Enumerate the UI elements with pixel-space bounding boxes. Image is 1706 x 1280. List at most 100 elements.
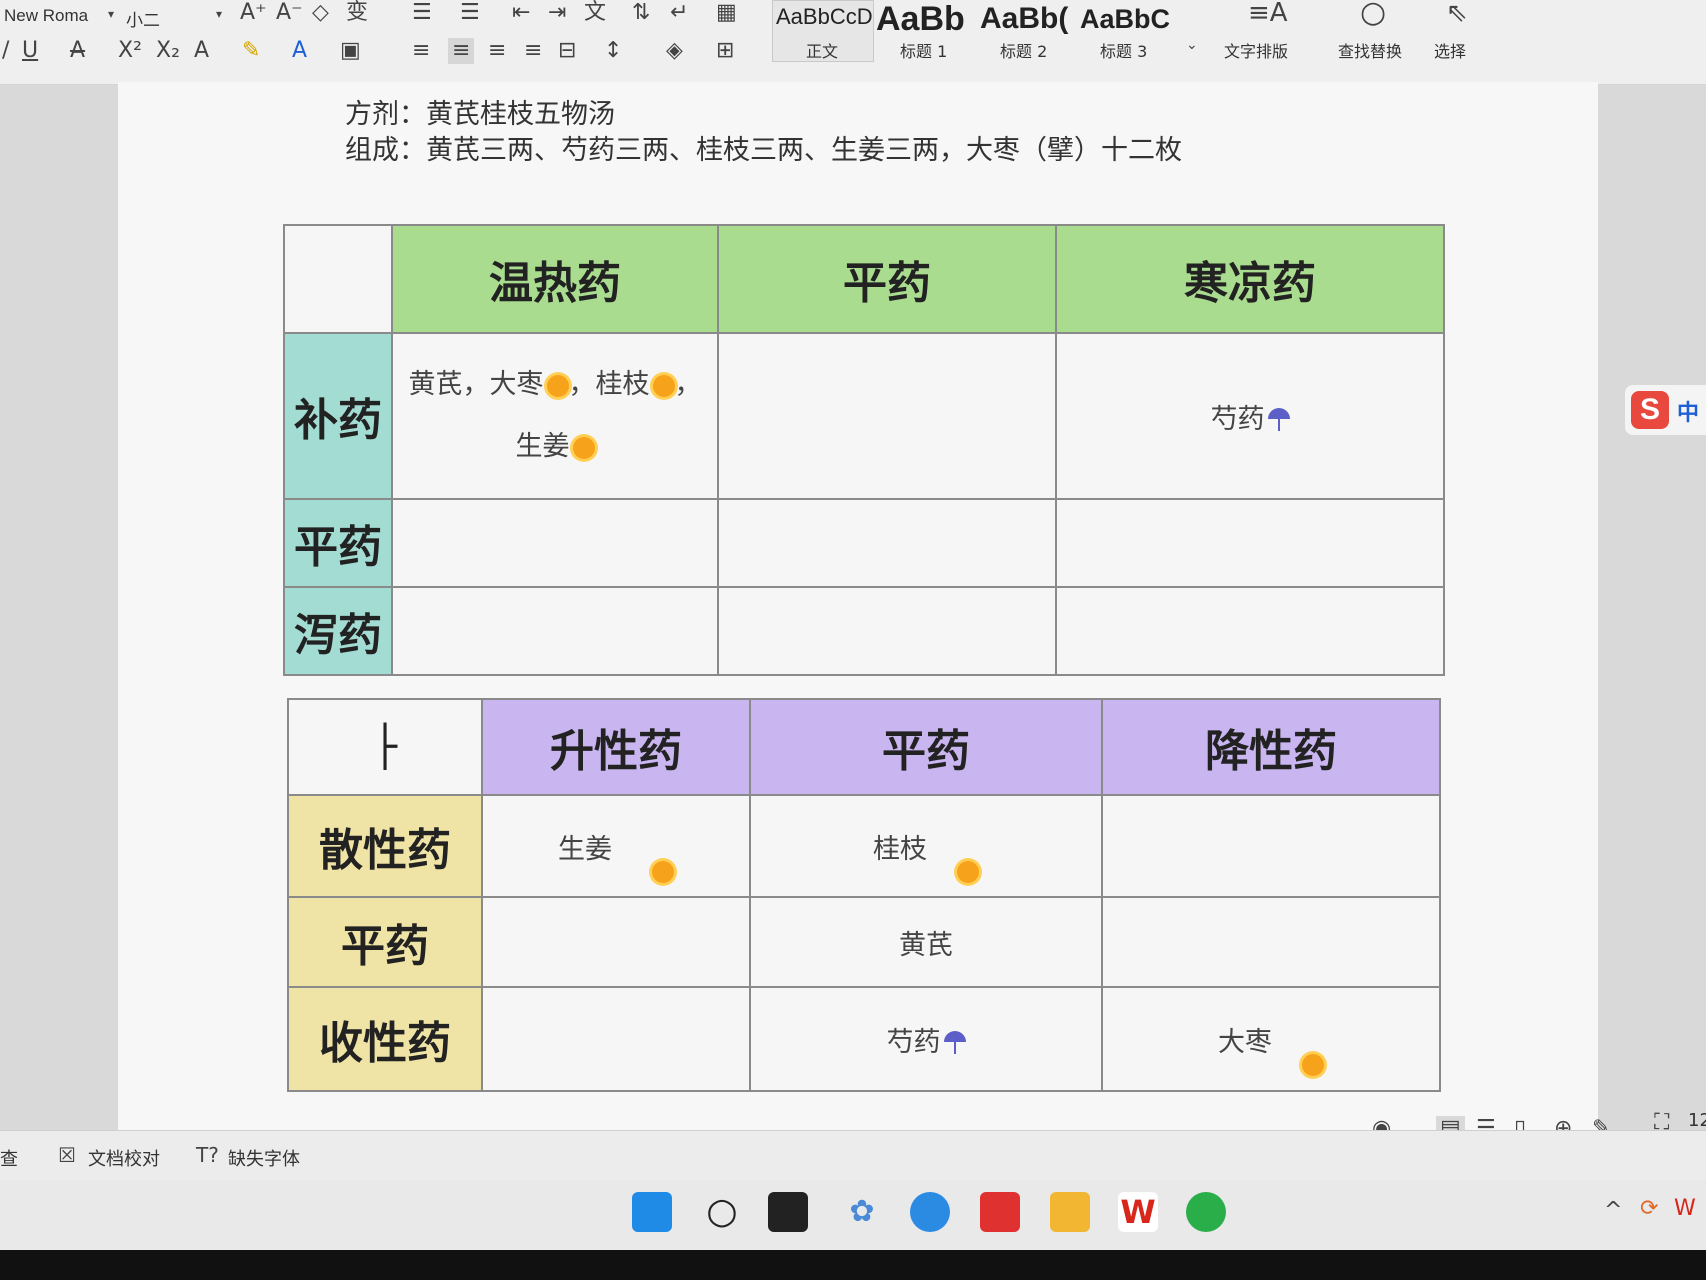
search-taskbar-icon[interactable]: ○ xyxy=(702,1192,742,1232)
table1-cell[interactable] xyxy=(1055,498,1445,588)
italic-icon[interactable]: / xyxy=(2,40,9,62)
ime-mode[interactable]: 中 xyxy=(1677,395,1699,427)
style-more-icon[interactable]: ⌄ xyxy=(1186,38,1198,52)
char-border-icon[interactable]: ▣ xyxy=(340,40,361,62)
status-check[interactable]: 查 xyxy=(0,1145,18,1171)
style-heading3-label[interactable]: 标题 3 xyxy=(1100,38,1147,62)
table1-col-header[interactable]: 温热药 xyxy=(391,224,719,334)
proofread-button[interactable]: 文档校对 xyxy=(88,1145,160,1171)
table1-cell[interactable] xyxy=(717,498,1057,588)
table1-cell[interactable] xyxy=(1055,586,1445,676)
highlight-icon[interactable]: ✎ xyxy=(242,40,260,62)
proofread-icon[interactable]: ☒ xyxy=(58,1145,76,1165)
wechat-icon[interactable] xyxy=(1186,1192,1226,1232)
table1-col-header[interactable]: 寒凉药 xyxy=(1055,224,1445,334)
table2-cell[interactable]: 生姜 xyxy=(481,794,751,898)
table2-cell[interactable] xyxy=(1101,896,1441,988)
borders-icon[interactable]: ⊞ xyxy=(716,40,734,62)
subscript-icon[interactable]: X₂ xyxy=(156,40,180,62)
style-heading2-preview[interactable]: AaBb( xyxy=(980,2,1076,36)
cursor-icon[interactable]: ⇖ xyxy=(1446,0,1468,26)
sort-icon[interactable]: ⇅ xyxy=(632,2,650,24)
ime-indicator[interactable]: S 中 xyxy=(1625,385,1706,435)
text-layout-button[interactable]: 文字排版 xyxy=(1224,38,1288,62)
align-left-icon[interactable]: ≡ xyxy=(412,40,430,62)
font-color-icon[interactable]: A xyxy=(292,40,307,62)
shrink-font-icon[interactable]: A⁻ xyxy=(276,2,303,24)
table1-cell[interactable] xyxy=(391,498,719,588)
increase-indent-icon[interactable]: ⇥ xyxy=(548,2,566,24)
style-normal-label[interactable]: 正文 xyxy=(806,38,838,62)
task-view-icon[interactable] xyxy=(768,1192,808,1232)
table1-cell[interactable] xyxy=(717,332,1057,500)
search-icon[interactable]: ○ xyxy=(1360,0,1386,28)
font-name-select[interactable]: New Roma xyxy=(4,6,88,26)
text-layout-icon[interactable]: ≡A xyxy=(1248,0,1288,26)
doc-line-composition[interactable]: 组成：黄芪三两、芍药三两、桂枝三两、生姜三两，大枣（擘）十二枚 xyxy=(345,128,1182,167)
style-heading1-preview[interactable]: AaBb xyxy=(876,0,976,39)
table1-cell[interactable] xyxy=(717,586,1057,676)
table2-cell[interactable]: 黄芪 xyxy=(749,896,1103,988)
style-heading1-label[interactable]: 标题 1 xyxy=(900,38,947,62)
bullet-list-icon[interactable]: ☰ xyxy=(412,2,432,24)
line-spacing-icon[interactable]: ↕ xyxy=(604,40,622,62)
text-effect-icon[interactable]: A xyxy=(194,40,209,62)
wps-tray-icon[interactable]: W xyxy=(1674,1198,1696,1220)
table2-row-header[interactable]: 散性药 xyxy=(287,794,483,898)
table-icon[interactable]: ▦ xyxy=(716,2,737,24)
show-marks-icon[interactable]: ↵ xyxy=(670,2,688,24)
select-button[interactable]: 选择 xyxy=(1434,38,1466,62)
zoom-level[interactable]: 12 xyxy=(1688,1110,1706,1131)
find-replace-button[interactable]: 查找替换 xyxy=(1338,38,1402,62)
superscript-icon[interactable]: X² xyxy=(118,40,142,62)
wps-writer-icon[interactable]: W xyxy=(1118,1192,1158,1232)
table2-cell[interactable] xyxy=(481,986,751,1092)
table2-cell[interactable]: 桂枝 xyxy=(749,794,1103,898)
phonetic-icon[interactable]: 变 xyxy=(346,2,368,24)
font-size-dropdown-icon[interactable]: ▾ xyxy=(216,8,222,20)
app-cluster-icon[interactable]: ✿ xyxy=(842,1192,882,1232)
start-icon[interactable] xyxy=(632,1192,672,1232)
table1-cell[interactable]: 黄芪，大枣 ，桂枝 ， 生姜 xyxy=(391,332,719,500)
style-heading3-preview[interactable]: AaBbC xyxy=(1080,4,1176,35)
number-list-icon[interactable]: ☰ xyxy=(460,2,480,24)
doc-line-recipe[interactable]: 方剂：黄芪桂枝五物汤 xyxy=(345,92,615,131)
distribute-icon[interactable]: ⊟ xyxy=(558,40,576,62)
file-explorer-icon[interactable] xyxy=(1050,1192,1090,1232)
table2-row-header[interactable]: 收性药 xyxy=(287,986,483,1092)
table1-row-header[interactable]: 泻药 xyxy=(283,586,393,676)
edge-browser-icon[interactable] xyxy=(910,1192,950,1232)
table1-row-header[interactable]: 补药 xyxy=(283,332,393,500)
align-center-icon[interactable]: ≡ xyxy=(448,38,475,64)
clear-format-icon[interactable]: ◇ xyxy=(312,2,329,24)
table2-row-header[interactable]: 平药 xyxy=(287,896,483,988)
underline-icon[interactable]: U xyxy=(22,40,38,62)
decrease-indent-icon[interactable]: ⇤ xyxy=(512,2,530,24)
table2-col-header[interactable]: 升性药 xyxy=(481,698,751,796)
missing-fonts-button[interactable]: 缺失字体 xyxy=(228,1145,300,1171)
table2-col-header[interactable]: 平药 xyxy=(749,698,1103,796)
align-right-icon[interactable]: ≡ xyxy=(488,40,506,62)
table1-cell[interactable] xyxy=(391,586,719,676)
table2-cell[interactable]: 芍药 xyxy=(749,986,1103,1092)
table2-cell[interactable] xyxy=(1101,794,1441,898)
strikethrough-icon[interactable]: A xyxy=(70,40,85,62)
justify-icon[interactable]: ≡ xyxy=(524,40,542,62)
sync-icon[interactable]: ⟳ xyxy=(1640,1198,1658,1220)
table1-cell[interactable]: 芍药 xyxy=(1055,332,1445,500)
table2-corner[interactable]: ├ xyxy=(287,698,483,796)
font-name-dropdown-icon[interactable]: ▾ xyxy=(108,8,114,20)
table2-col-header[interactable]: 降性药 xyxy=(1101,698,1441,796)
table1-corner[interactable] xyxy=(283,224,393,334)
table2-cell[interactable] xyxy=(481,896,751,988)
style-heading2-label[interactable]: 标题 2 xyxy=(1000,38,1047,62)
chinese-layout-icon[interactable]: 文 xyxy=(584,2,606,24)
table1-col-header[interactable]: 平药 xyxy=(717,224,1057,334)
chevron-up-icon[interactable]: ^ xyxy=(1604,1200,1622,1222)
missing-font-icon[interactable]: T? xyxy=(196,1145,219,1165)
style-normal-preview[interactable]: AaBbCcDd xyxy=(776,4,872,30)
font-size-select[interactable]: 小二 xyxy=(126,6,160,31)
shading-icon[interactable]: ◈ xyxy=(666,40,683,62)
youdao-icon[interactable] xyxy=(980,1192,1020,1232)
table2-cell[interactable]: 大枣 xyxy=(1101,986,1441,1092)
